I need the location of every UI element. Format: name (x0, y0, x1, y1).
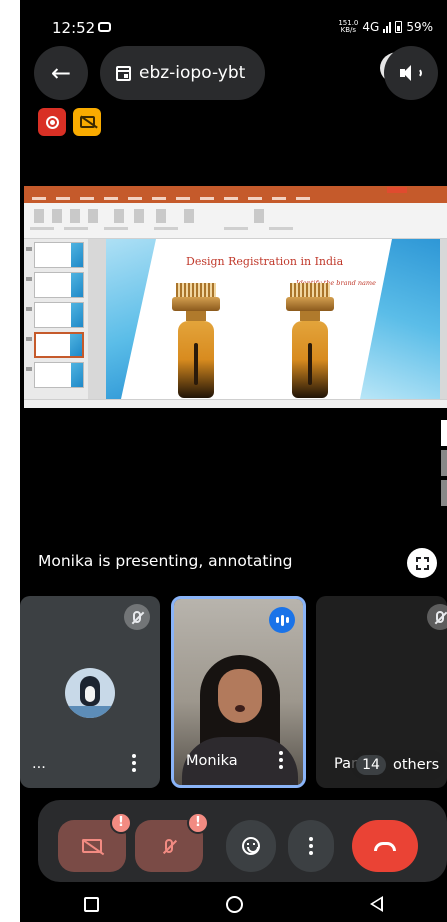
home-icon[interactable] (225, 895, 243, 913)
meeting-code-chip[interactable]: ebz-iopo-ybt (100, 46, 265, 100)
more-options-icon[interactable] (132, 754, 136, 772)
camera-toggle-button[interactable]: ! (58, 812, 132, 872)
mic-off-icon (427, 604, 447, 630)
more-options-icon[interactable] (279, 751, 283, 769)
slide-thumbnail (34, 272, 84, 298)
camera-off-icon (82, 839, 102, 853)
slide: Design Registration in India Identify th… (106, 239, 440, 399)
participant-name: ... (32, 756, 46, 772)
mic-toggle-button[interactable]: ! (135, 812, 209, 872)
bottle-image (286, 283, 334, 398)
others-label: others (393, 757, 440, 773)
battery-icon (395, 21, 403, 33)
bottle-image (172, 283, 220, 398)
battery-level: 59% (406, 20, 433, 34)
participant-tile-active[interactable]: Monika (171, 596, 306, 788)
shared-screen[interactable]: Design Registration in India Identify th… (24, 186, 447, 408)
more-options-button[interactable] (288, 820, 334, 872)
navigation-bar (20, 886, 447, 922)
fullscreen-icon (415, 556, 429, 570)
end-call-icon (374, 841, 396, 851)
slide-thumbnails (24, 239, 88, 399)
fullscreen-button[interactable] (407, 548, 437, 578)
reactions-button[interactable] (226, 820, 276, 872)
status-bar: 12:52 151.0 KB/s 4G 59% (20, 0, 447, 52)
back-button[interactable]: ← (34, 46, 88, 100)
participant-tile[interactable]: ... (20, 596, 160, 788)
speaking-indicator-icon (269, 607, 295, 633)
participant-name: Monika (186, 753, 238, 769)
status-time: 12:52 (52, 19, 96, 37)
slide-decoration (360, 239, 440, 399)
slide-canvas: Design Registration in India Identify th… (88, 239, 447, 399)
mic-off-icon (124, 604, 150, 630)
back-nav-icon[interactable] (370, 896, 384, 912)
captions-off-icon (79, 116, 95, 128)
phone-screen: 12:52 151.0 KB/s 4G 59% ← ebz-iopo-ybt D… (20, 0, 447, 922)
recents-icon[interactable] (83, 896, 99, 912)
arrow-left-icon: ← (50, 59, 72, 87)
presenting-label: Monika is presenting, annotating (38, 552, 293, 570)
others-count: 14 (356, 755, 386, 775)
captions-off-badge[interactable] (73, 108, 101, 136)
slide-thumbnail-selected (34, 332, 84, 358)
signal-icon (383, 21, 392, 33)
emoji-icon (242, 837, 260, 855)
mic-off-icon (165, 839, 173, 853)
meeting-code: ebz-iopo-ybt (139, 63, 246, 83)
status-indicators: 151.0 KB/s 4G 59% (338, 19, 433, 35)
avatar (65, 668, 115, 718)
end-call-button[interactable] (352, 820, 418, 872)
powerpoint-status-bar (24, 399, 447, 408)
recording-badge[interactable] (38, 108, 66, 136)
call-controls: ! ! (38, 800, 447, 882)
camera-alert-badge: ! (110, 812, 132, 834)
slide-thumbnail (34, 362, 84, 388)
edge-handle[interactable] (441, 420, 447, 510)
cast-icon (98, 22, 111, 32)
slide-thumbnail (34, 242, 84, 268)
network-type: 4G (362, 20, 380, 34)
slide-title: Design Registration in India (186, 255, 344, 268)
more-vert-icon (309, 837, 313, 855)
speaker-icon (400, 64, 422, 82)
powerpoint-ribbon (24, 203, 447, 239)
mic-alert-badge: ! (187, 812, 209, 834)
slide-decoration (106, 239, 156, 399)
record-icon (45, 115, 59, 129)
powerpoint-menu (24, 195, 447, 203)
slide-thumbnail (34, 302, 84, 328)
calendar-icon (116, 65, 131, 81)
audio-output-button[interactable] (384, 46, 438, 100)
network-rate: 151.0 KB/s (338, 19, 359, 34)
powerpoint-title-bar (24, 186, 447, 195)
